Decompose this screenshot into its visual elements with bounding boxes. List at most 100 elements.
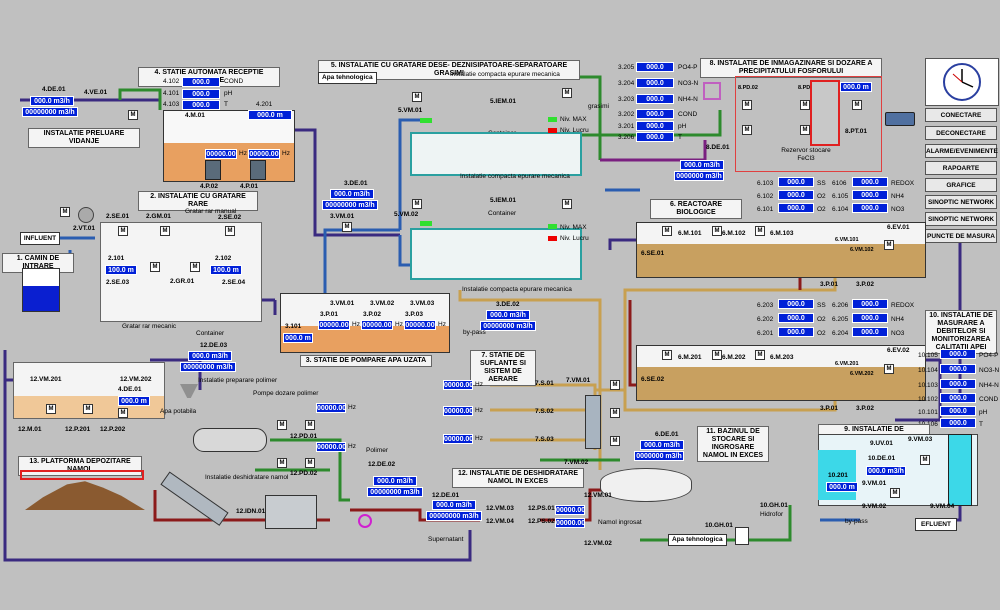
suf-m-3[interactable]: M [610, 436, 620, 446]
bio-mr-2-val[interactable]: 000.0 [852, 327, 888, 337]
dese-flow2[interactable]: 000.0 m3/h [486, 310, 530, 320]
bio-m-box-3[interactable]: M [755, 226, 765, 236]
fosfor-m-3[interactable]: M [852, 100, 862, 110]
bio-tr-1-val[interactable]: 000.0 [852, 190, 888, 200]
cal-row-1-val[interactable]: 000.0 [940, 364, 976, 374]
cal-row-3-val[interactable]: 000.0 [940, 393, 976, 403]
namol-m-6[interactable]: M [277, 458, 287, 468]
namol-hz4[interactable]: 00000.00 [555, 518, 585, 528]
namol-flow01[interactable]: 000.0 m3/h [432, 500, 476, 510]
bio-tl-1-val[interactable]: 000.0 [778, 190, 814, 200]
namol-m-3[interactable]: M [118, 408, 128, 418]
vt01-fan-icon[interactable] [78, 207, 94, 223]
pompare-hz1[interactable]: 00000.00 [318, 320, 350, 330]
connect-button[interactable]: CONECTARE [925, 108, 997, 122]
namol-total02[interactable]: 00000000 m3/h [367, 487, 423, 497]
gratare-m-5[interactable]: M [190, 262, 200, 272]
fosfor-row-3-val[interactable]: 000.0 [636, 109, 674, 119]
vid-row-1-value[interactable]: 000.0 [182, 89, 220, 99]
network-synoptic-button-2[interactable]: SINOPTIC NETWORK [925, 212, 997, 226]
pompare-m-top[interactable]: M [342, 222, 352, 232]
vidanje-total-value[interactable]: 00000000 m3/h [22, 107, 78, 117]
bio-m-box-6[interactable]: M [712, 350, 722, 360]
bio-m-box-4[interactable]: M [884, 240, 894, 250]
pompare-hz3[interactable]: 00000.00 [404, 320, 436, 330]
fosfor-row-0-val[interactable]: 000.0 [636, 62, 674, 72]
vidanje-flow-value[interactable]: 000.0 m3/h [30, 96, 74, 106]
namol-level[interactable]: 000.0 m [118, 396, 150, 406]
bio-m-box-1[interactable]: M [662, 226, 672, 236]
suf-flow[interactable]: 000.0 m3/h [640, 440, 684, 450]
bio-m-box-7[interactable]: M [755, 350, 765, 360]
namol-hz1[interactable]: 00000.00 [316, 403, 346, 413]
bio-ml-2-val[interactable]: 000.0 [778, 327, 814, 337]
fosfor-row-1-val[interactable]: 000.0 [636, 78, 674, 88]
fosfor-row-4-val[interactable]: 000.0 [636, 121, 674, 131]
vidanje-level-value[interactable]: 000.0 m [248, 110, 292, 120]
network-synoptic-button[interactable]: SINOPTIC NETWORK [925, 195, 997, 209]
camin-m-box[interactable]: M [60, 207, 70, 217]
pompare-flow[interactable]: 000.0 m3/h [330, 189, 374, 199]
gratare-m-3[interactable]: M [225, 226, 235, 236]
suf-hz2[interactable]: 00000.00 [443, 406, 473, 416]
gratare-v102[interactable]: 100.0 m [210, 265, 242, 275]
namol-m-7[interactable]: M [305, 458, 315, 468]
suf-hz1[interactable]: 00000.00 [443, 380, 473, 390]
uv-m-2[interactable]: M [890, 488, 900, 498]
bio-ml-1-val[interactable]: 000.0 [778, 313, 814, 323]
bio-tr-0-val[interactable]: 000.0 [852, 177, 888, 187]
alarms-button[interactable]: ALARME/EVENIMENTE [925, 144, 998, 158]
dese-m-2[interactable]: M [562, 88, 572, 98]
fosfor-m-4[interactable]: M [742, 125, 752, 135]
namol-hz3[interactable]: 00000.00 [555, 505, 585, 515]
pump-4p02[interactable] [205, 160, 221, 180]
vidanje-hz2[interactable]: 00000.00 [248, 149, 280, 159]
uv-m-1[interactable]: M [920, 455, 930, 465]
vid-row-2-value[interactable]: 000.0 [182, 100, 220, 110]
bio-tl-2-val[interactable]: 000.0 [778, 203, 814, 213]
cal-row-5-val[interactable]: 000.0 [940, 418, 976, 428]
namol-m-4[interactable]: M [277, 420, 287, 430]
fosfor-m-2[interactable]: M [800, 100, 810, 110]
suf-total[interactable]: 0000000 m3/h [634, 451, 684, 461]
fosfor-m-1[interactable]: M [742, 100, 752, 110]
fosfor-m-5[interactable]: M [800, 125, 810, 135]
pompare-total[interactable]: 00000000 m3/h [322, 200, 378, 210]
vid-row-0-value[interactable]: 000.0 [182, 77, 220, 87]
bio-m-box-8[interactable]: M [884, 364, 894, 374]
namol-hz2[interactable]: 00000.00 [316, 442, 346, 452]
bio-m-box-5[interactable]: M [662, 350, 672, 360]
vidanje-m-box[interactable]: M [128, 110, 138, 120]
uv-level[interactable]: 000.0 m [826, 482, 858, 492]
suf-hz3[interactable]: 00000.00 [443, 434, 473, 444]
gratare-m-4[interactable]: M [150, 262, 160, 272]
vidanje-hz1[interactable]: 00000.00 [205, 149, 237, 159]
dese-m-4[interactable]: M [562, 199, 572, 209]
bio-m-box-2[interactable]: M [712, 226, 722, 236]
namol-flow03[interactable]: 000.0 m3/h [188, 351, 232, 361]
bio-tr-2-val[interactable]: 000.0 [852, 203, 888, 213]
dese-m-3[interactable]: M [412, 199, 422, 209]
pompare-hz2[interactable]: 00000.00 [361, 320, 393, 330]
fosfor-level[interactable]: 000.0 m [840, 82, 872, 92]
uv-flow[interactable]: 000.0 m3/h [866, 466, 906, 476]
namol-flow02[interactable]: 000.0 m3/h [373, 476, 417, 486]
namol-m-5[interactable]: M [305, 420, 315, 430]
cal-row-4-val[interactable]: 000.0 [940, 406, 976, 416]
namol-m-2[interactable]: M [83, 404, 93, 414]
bio-ml-0-val[interactable]: 000.0 [778, 299, 814, 309]
namol-total01[interactable]: 00000000 m3/h [426, 511, 482, 521]
disconnect-button[interactable]: DECONECTARE [925, 126, 997, 140]
bio-mr-0-val[interactable]: 000.0 [852, 299, 888, 309]
namol-total03[interactable]: 00000000 m3/h [180, 362, 236, 372]
fosfor-row-5-val[interactable]: 000.0 [636, 132, 674, 142]
gratare-v101[interactable]: 100.0 m [105, 265, 137, 275]
suf-m-2[interactable]: M [610, 408, 620, 418]
pump-4p01[interactable] [250, 160, 266, 180]
fosfor-row-2-val[interactable]: 000.0 [636, 94, 674, 104]
pompare-level[interactable]: 000.0 m [283, 333, 313, 343]
bio-tl-0-val[interactable]: 000.0 [778, 177, 814, 187]
bio-mr-1-val[interactable]: 000.0 [852, 313, 888, 323]
cal-row-2-val[interactable]: 000.0 [940, 379, 976, 389]
measure-points-button[interactable]: PUNCTE DE MASURA [925, 229, 997, 243]
